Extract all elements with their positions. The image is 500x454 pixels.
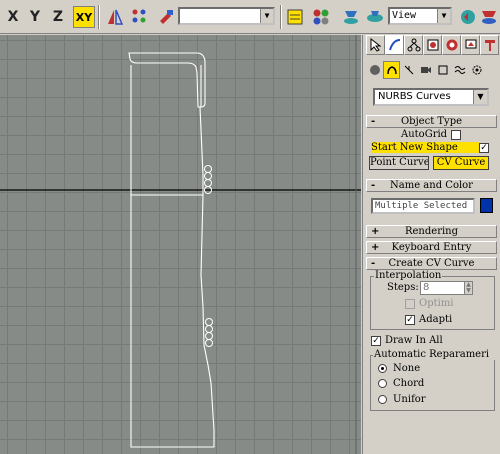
tab-create[interactable] <box>385 35 404 55</box>
material-editor-icon[interactable] <box>310 6 332 28</box>
reparam-group-label: Automatic Reparameri <box>373 349 497 360</box>
optimize-label: Optimi <box>419 298 454 309</box>
render-type-dropdown[interactable]: View ▼ <box>388 7 452 25</box>
draw-in-all-label: Draw In All <box>385 335 443 346</box>
mirror-icon[interactable] <box>104 6 126 28</box>
rollout-rendering[interactable]: + Rendering <box>366 225 497 238</box>
rollout-expand-sign: + <box>371 242 380 253</box>
chevron-down-icon: ▼ <box>473 90 487 104</box>
app-window: X Y Z XY ▼ View ▼ NURBS Curves ▼ - Objec… <box>0 0 500 454</box>
reparam-none-label: None <box>393 363 421 374</box>
cv-curve-button[interactable]: CV Curve <box>433 156 489 170</box>
create-category-tabs <box>366 61 500 81</box>
steps-spinner[interactable]: 8 ▲ ▼ <box>420 281 473 295</box>
rollout-collapse-sign: - <box>371 258 376 269</box>
draw-in-all-checkbox[interactable]: ✓ <box>371 336 381 346</box>
cameras-icon[interactable] <box>417 61 434 79</box>
render-scene-icon[interactable] <box>340 6 362 28</box>
rollout-collapse-sign: - <box>371 180 376 191</box>
named-selection-dropdown[interactable]: ▼ <box>178 7 275 25</box>
autogrid-label: AutoGrid <box>401 129 448 140</box>
rollout-expand-sign: + <box>371 226 380 237</box>
rollout-create-cv-curve[interactable]: - Create CV Curve <box>366 257 497 270</box>
main-toolbar: X Y Z XY ▼ View ▼ <box>0 0 500 34</box>
start-new-shape-label: Start New Shape <box>371 142 479 153</box>
object-category-dropdown[interactable]: NURBS Curves ▼ <box>373 88 489 106</box>
restrict-y-button[interactable]: Y <box>24 6 46 28</box>
rollout-title-label: Name and Color <box>390 180 473 191</box>
object-name-field[interactable]: Multiple Selected <box>371 198 475 214</box>
tab-utilities[interactable] <box>480 35 499 55</box>
spinner-arrows-icon[interactable]: ▲ ▼ <box>464 282 472 294</box>
reparam-group <box>370 355 495 411</box>
rollout-name-and-color[interactable]: - Name and Color <box>366 179 497 192</box>
adaptive-label: Adapti <box>419 314 453 325</box>
reparam-chord-label: Chord <box>393 378 425 389</box>
reparam-uniform-label: Unifor <box>393 394 426 405</box>
restrict-xy-button[interactable]: XY <box>73 6 95 28</box>
restrict-z-button[interactable]: Z <box>47 6 69 28</box>
viewport-canvas <box>0 35 361 454</box>
reparam-none-radio[interactable] <box>378 364 387 373</box>
systems-icon[interactable] <box>468 61 485 79</box>
array-icon[interactable] <box>129 6 151 28</box>
select-arrow-icon[interactable] <box>366 35 385 55</box>
point-curve-button[interactable]: Point Curve <box>369 156 429 170</box>
rollout-keyboard-entry[interactable]: + Keyboard Entry <box>366 241 497 254</box>
rollout-title-label: Create CV Curve <box>388 258 475 269</box>
steps-value: 8 <box>423 282 430 293</box>
steps-label: Steps: <box>387 282 419 293</box>
start-new-shape-checkbox[interactable]: ✓ <box>479 143 489 153</box>
rollout-collapse-sign: - <box>371 116 376 127</box>
tab-modify[interactable] <box>404 35 423 55</box>
chevron-down-icon: ▼ <box>437 9 450 23</box>
toolbar-separator <box>98 5 100 29</box>
reparam-uniform-radio[interactable] <box>378 395 387 404</box>
lights-icon[interactable] <box>400 61 417 79</box>
align-icon[interactable] <box>155 6 177 28</box>
cv-curve-label: CV Curve <box>436 157 486 168</box>
object-name-value: Multiple Selected <box>375 201 468 211</box>
activeshade-icon[interactable] <box>478 6 500 28</box>
rollout-title-label: Keyboard Entry <box>391 242 472 253</box>
shapes-hand-icon[interactable] <box>383 61 400 79</box>
rollout-object-type[interactable]: - Object Type <box>366 115 497 128</box>
interpolation-group-label: Interpolation <box>374 270 443 281</box>
tab-hierarchy[interactable] <box>423 35 442 55</box>
render-last-icon[interactable] <box>457 6 479 28</box>
object-category-value: NURBS Curves <box>378 91 451 102</box>
command-panel: NURBS Curves ▼ - Object Type AutoGrid St… <box>362 35 500 454</box>
object-color-swatch[interactable] <box>480 198 493 213</box>
render-type-value: View <box>392 10 417 21</box>
optimize-checkbox[interactable] <box>405 299 415 309</box>
track-view-icon[interactable] <box>284 6 306 28</box>
nurbs-curve-shape <box>128 52 215 448</box>
chevron-down-icon: ▼ <box>260 9 273 23</box>
toolbar-separator <box>280 5 282 29</box>
adaptive-checkbox[interactable]: ✓ <box>405 315 415 325</box>
tab-display[interactable] <box>461 35 480 55</box>
restrict-x-button[interactable]: X <box>2 6 24 28</box>
viewport-front[interactable] <box>0 35 361 454</box>
tab-motion[interactable] <box>442 35 461 55</box>
point-curve-label: Point Curve <box>370 157 429 168</box>
rollout-title-label: Object Type <box>400 116 463 127</box>
rollout-title-label: Rendering <box>404 226 459 237</box>
cv-control-points <box>204 165 213 347</box>
helpers-icon[interactable] <box>434 61 451 79</box>
command-panel-tabs <box>366 35 500 57</box>
spacewarps-icon[interactable] <box>451 61 468 79</box>
reparam-chord-radio[interactable] <box>378 379 387 388</box>
autogrid-checkbox[interactable] <box>451 130 461 140</box>
quick-render-icon[interactable] <box>364 6 386 28</box>
geometry-sphere-icon[interactable] <box>366 61 383 79</box>
